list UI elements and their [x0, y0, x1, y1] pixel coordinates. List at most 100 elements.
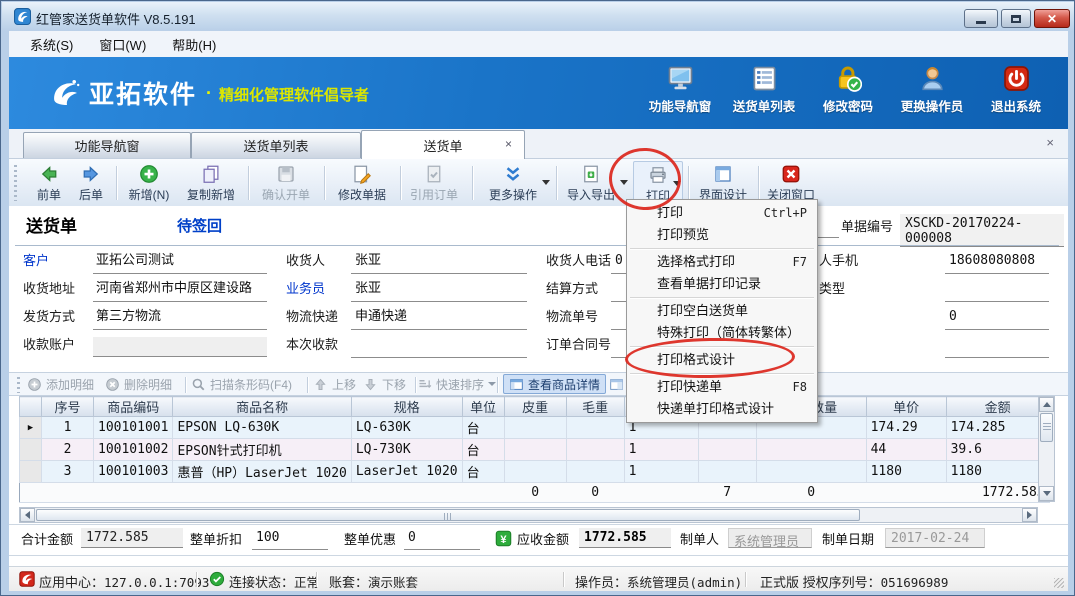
- tabstrip-close-icon[interactable]: ×: [1046, 135, 1054, 150]
- form-field-value[interactable]: 张亚: [355, 252, 381, 270]
- column-header[interactable]: 序号: [42, 397, 94, 417]
- print-menu-item-1[interactable]: 打印预览: [627, 224, 817, 246]
- quick-nav-1[interactable]: 送货单列表: [722, 65, 806, 123]
- print-menu-item-3[interactable]: 查看单据打印记录: [627, 273, 817, 295]
- menu-item-0[interactable]: 系统(S): [17, 32, 86, 57]
- detail-toolbar-grip[interactable]: [17, 377, 20, 393]
- quick-nav-2[interactable]: 修改密码: [806, 65, 890, 123]
- form-field-value[interactable]: 亚拓公司测试: [96, 252, 174, 270]
- column-header[interactable]: 金额: [946, 397, 1049, 417]
- form-field-underline[interactable]: [945, 329, 1049, 330]
- close-button[interactable]: ✕: [1034, 9, 1070, 28]
- totals-value-field[interactable]: 1772.585: [579, 528, 671, 548]
- print-menu-item-4[interactable]: 打印空白送货单: [627, 300, 817, 322]
- status-separator: [196, 572, 197, 587]
- toolbar-button-2[interactable]: 新增(N): [121, 161, 177, 205]
- print-menu-item-7[interactable]: 打印快递单F8: [627, 376, 817, 398]
- print-menu-item-0[interactable]: 打印Ctrl+P: [627, 202, 817, 224]
- toolbar-grip[interactable]: [14, 165, 17, 201]
- tab-close-icon[interactable]: ×: [505, 137, 512, 151]
- status-separator: [563, 572, 564, 587]
- tab-0[interactable]: 功能导航窗: [23, 132, 191, 158]
- form-field-value[interactable]: 第三方物流: [96, 308, 161, 326]
- toolbar-button-7[interactable]: 更多操作: [475, 161, 551, 205]
- form-field-underline[interactable]: [351, 301, 527, 302]
- toolbar-button-0[interactable]: 前单: [29, 161, 69, 205]
- table-cell: 100101002: [94, 439, 173, 461]
- form-field-underline[interactable]: [351, 273, 527, 274]
- arrow-left-icon: [25, 511, 30, 519]
- toolbar-button-label: 后单: [71, 186, 111, 203]
- toolbar-separator: [248, 166, 249, 200]
- form-field-label[interactable]: 业务员: [286, 280, 325, 298]
- confirm-icon: [276, 164, 296, 184]
- scroll-right-button[interactable]: [1022, 508, 1037, 522]
- column-header-hidden[interactable]: [20, 397, 42, 417]
- restore-button[interactable]: [1001, 9, 1031, 28]
- scroll-down-button[interactable]: [1039, 486, 1054, 501]
- form-field-value[interactable]: 18608080808: [949, 252, 1035, 270]
- resize-grip[interactable]: [1054, 578, 1064, 588]
- menu-item-1[interactable]: 窗口(W): [86, 32, 159, 57]
- form-field-underline[interactable]: [351, 329, 527, 330]
- tab-2[interactable]: 送货单×: [361, 130, 525, 159]
- table-cell: 3: [42, 461, 94, 483]
- tab-1[interactable]: 送货单列表: [191, 132, 361, 158]
- toolbar-button-3[interactable]: 复制新增: [179, 161, 243, 205]
- quick-nav-label: 退出系统: [991, 96, 1041, 115]
- quick-nav-3[interactable]: 更换操作员: [890, 65, 974, 123]
- column-header[interactable]: 单位: [462, 397, 504, 417]
- scroll-up-button[interactable]: [1039, 397, 1054, 412]
- print-menu-item-2[interactable]: 选择格式打印F7: [627, 251, 817, 273]
- detail-toolbar-item-6[interactable]: 查看商品详情: [503, 374, 606, 394]
- status-label: 连接状态：: [229, 575, 294, 590]
- horizontal-scrollbar[interactable]: [19, 507, 1038, 523]
- vertical-scrollbar[interactable]: [1038, 396, 1055, 502]
- table-row[interactable]: ▶1100101001EPSON LQ-630KLQ-630K台1174.291…: [20, 417, 1050, 439]
- form-field-underline[interactable]: [93, 301, 267, 302]
- toolbar-button-5[interactable]: 修改单据: [329, 161, 395, 205]
- form-field-value[interactable]: 0: [949, 308, 957, 326]
- column-header[interactable]: 商品名称: [173, 397, 351, 417]
- print-menu-item-6[interactable]: 打印格式设计: [627, 349, 817, 371]
- form-field-value[interactable]: 申通快递: [355, 308, 407, 326]
- quick-nav: 功能导航窗送货单列表修改密码更换操作员退出系统: [638, 65, 1058, 123]
- form-field-underline[interactable]: [93, 329, 267, 330]
- form-field-underline[interactable]: [945, 301, 1049, 302]
- totals-underline: [404, 549, 480, 550]
- document-number-field[interactable]: XSCKD-20170224-000008: [900, 214, 1064, 247]
- form-field-underline[interactable]: [351, 357, 527, 358]
- form-field-label: 本次收款: [286, 336, 338, 354]
- form-field-underline[interactable]: [945, 273, 1049, 274]
- totals-value[interactable]: 0: [408, 530, 416, 545]
- column-header[interactable]: 规格: [351, 397, 462, 417]
- totals-value[interactable]: 100: [256, 530, 279, 545]
- table-row[interactable]: 2100101002EPSON针式打印机LQ-730K台14439.6: [20, 439, 1050, 461]
- menu-item-2[interactable]: 帮助(H): [159, 32, 229, 57]
- column-header[interactable]: 商品编码: [94, 397, 173, 417]
- totals-value-field[interactable]: 1772.585: [81, 528, 183, 548]
- print-menu-item-8[interactable]: 快递单打印格式设计: [627, 398, 817, 420]
- scroll-left-button[interactable]: [20, 508, 35, 522]
- move-down-icon: [363, 377, 378, 392]
- print-menu-item-5[interactable]: 特殊打印（简体转繁体）: [627, 322, 817, 344]
- form-field-value[interactable]: 河南省郑州市中原区建设路: [96, 280, 252, 298]
- toolbar-button-8[interactable]: 导入导出: [553, 161, 629, 205]
- column-header[interactable]: 单价: [866, 397, 946, 417]
- column-header[interactable]: 毛重: [566, 397, 624, 417]
- quick-nav-0[interactable]: 功能导航窗: [638, 65, 722, 123]
- form-field-input[interactable]: [93, 337, 267, 357]
- form-field-label[interactable]: 客户: [23, 252, 49, 270]
- form-field-underline[interactable]: [945, 357, 1049, 358]
- vertical-scroll-thumb[interactable]: [1040, 413, 1053, 442]
- column-header[interactable]: 皮重: [504, 397, 566, 417]
- form-field-underline[interactable]: [93, 273, 267, 274]
- form-field-value[interactable]: 0: [615, 252, 623, 270]
- horizontal-scroll-thumb[interactable]: [36, 509, 860, 521]
- table-row[interactable]: 3100101003惠普（HP）LaserJet 1020LaserJet 10…: [20, 461, 1050, 483]
- quick-nav-4[interactable]: 退出系统: [974, 65, 1058, 123]
- toolbar-button-1[interactable]: 后单: [71, 161, 111, 205]
- minimize-button[interactable]: [964, 9, 998, 28]
- form-field-value[interactable]: 张亚: [355, 280, 381, 298]
- detail-toolbar-label: 上移: [332, 376, 356, 393]
